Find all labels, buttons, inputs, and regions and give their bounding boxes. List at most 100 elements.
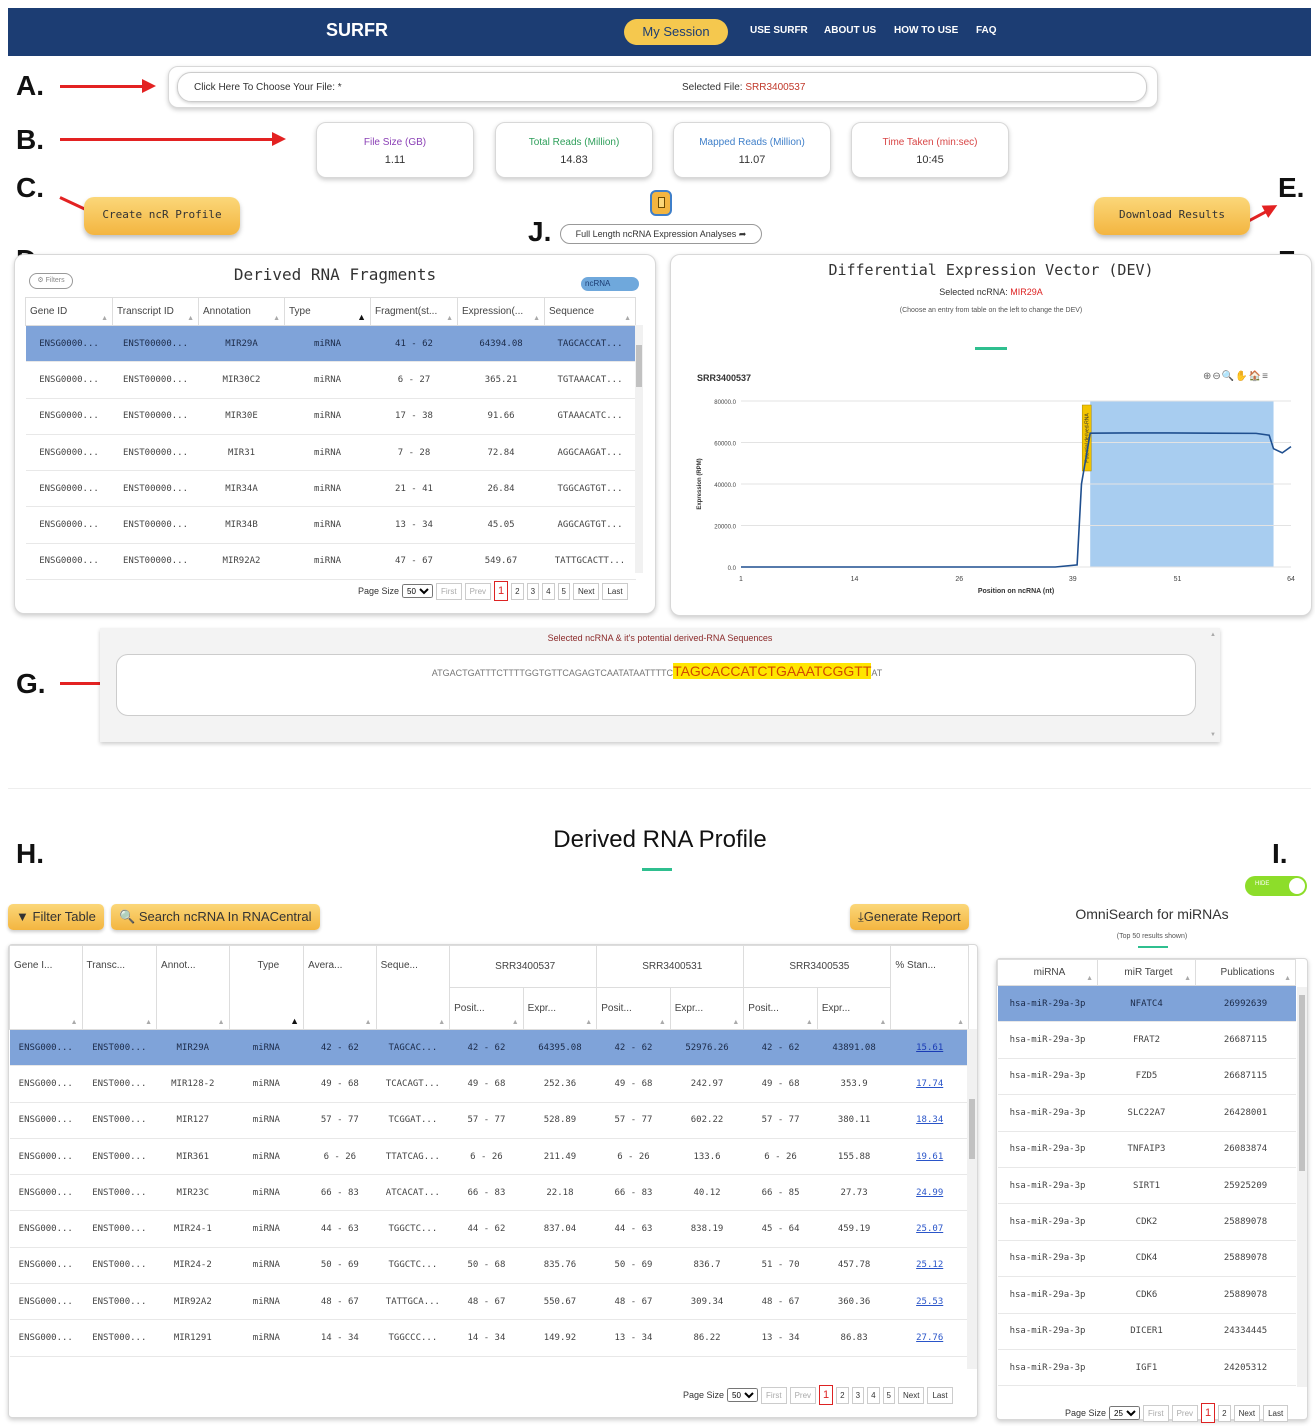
table-cell[interactable]: 25.12 xyxy=(890,1247,969,1285)
brand-logo[interactable]: SURFR xyxy=(326,20,388,41)
col-transcript-id[interactable]: Transc... xyxy=(81,945,158,1030)
last-page-button[interactable]: Last xyxy=(1263,1404,1289,1422)
col-average[interactable]: Avera... xyxy=(303,945,377,1030)
table-cell[interactable]: 17.74 xyxy=(890,1065,969,1103)
prev-page-button[interactable]: Prev xyxy=(464,582,492,600)
page-1-button[interactable]: 1 xyxy=(819,1385,834,1405)
page-size-select[interactable]: 25 xyxy=(1109,1406,1141,1420)
fragments-scrollbar[interactable] xyxy=(635,325,643,573)
next-page-button[interactable]: Next xyxy=(1233,1404,1261,1422)
col-fragment[interactable]: Fragment(st... xyxy=(370,297,458,326)
omnisearch-scrollbar[interactable] xyxy=(1297,987,1307,1387)
table-row[interactable]: hsa-miR-29a-3p SIRT1 25925209 xyxy=(997,1167,1296,1205)
table-row[interactable]: hsa-miR-29a-3p FZD5 26687115 xyxy=(997,1058,1296,1096)
col-expression[interactable]: Expression(... xyxy=(457,297,545,326)
table-row[interactable]: ENSG000... ENST000... MIR24-2 miRNA 50 - 69 T… xyxy=(9,1247,969,1285)
table-cell[interactable]: 15.61 xyxy=(890,1029,969,1067)
page-4-button[interactable]: 4 xyxy=(542,582,555,600)
table-row[interactable]: ENSG000... ENST000... MIR29A miRNA 42 - 62 TA… xyxy=(9,1029,969,1067)
page-size-select[interactable]: 50 xyxy=(727,1388,759,1402)
table-row[interactable]: ENSG0000... ENST00000... MIR30E miRNA 17 - 3… xyxy=(25,398,636,435)
file-choose-label[interactable]: Click Here To Choose Your File: * xyxy=(194,82,342,93)
profile-scrollbar[interactable] xyxy=(967,1029,977,1369)
last-page-button[interactable]: Last xyxy=(602,582,628,600)
page-2-button[interactable]: 2 xyxy=(836,1386,849,1404)
scroll-up-icon[interactable]: ▲ xyxy=(1210,632,1216,638)
col-std[interactable]: % Stan... xyxy=(890,945,969,1030)
page-2-button[interactable]: 2 xyxy=(1218,1404,1231,1422)
create-ncr-profile-button[interactable]: Create ncR Profile xyxy=(84,197,240,235)
col-type[interactable]: Type xyxy=(284,297,371,326)
table-row[interactable]: ENSG0000... ENST00000... MIR31 miRNA 7 - 28 7… xyxy=(25,434,636,472)
next-page-button[interactable]: Next xyxy=(897,1386,925,1404)
table-row[interactable]: hsa-miR-29a-3p FRAT2 26687115 xyxy=(997,1021,1296,1059)
first-page-button[interactable]: First xyxy=(436,582,462,600)
table-row[interactable]: ENSG000... ENST000... MIR24-1 miRNA 44 - 63 T… xyxy=(9,1210,969,1248)
first-page-button[interactable]: First xyxy=(761,1386,787,1404)
col-transcript-id[interactable]: Transcript ID xyxy=(112,297,199,326)
table-row[interactable]: ENSG000... ENST000... MIR128-2 miRNA 49 - 68… xyxy=(9,1065,969,1103)
page-5-button[interactable]: 5 xyxy=(557,582,570,600)
table-row[interactable]: ENSG000... ENST000... MIR361 miRNA 6 - 26 TTA… xyxy=(9,1138,969,1176)
col-gene-id[interactable]: Gene ID xyxy=(25,297,113,326)
table-row[interactable]: hsa-miR-29a-3p CDK6 25889078 xyxy=(997,1276,1296,1314)
col-mir-target[interactable]: miR Target xyxy=(1097,959,1196,986)
document-icon[interactable] xyxy=(650,190,672,216)
col-s1-position[interactable]: Posit... xyxy=(449,987,524,1030)
first-page-button[interactable]: First xyxy=(1143,1404,1169,1422)
table-row[interactable]: ENSG000... ENST000... MIR23C miRNA 66 - 83 AT… xyxy=(9,1174,969,1212)
table-row[interactable]: hsa-miR-29a-3p DICER1 24334445 xyxy=(997,1313,1296,1350)
omnisearch-hide-toggle[interactable]: HIDE xyxy=(1245,876,1307,896)
prev-page-button[interactable]: Prev xyxy=(1171,1404,1199,1422)
col-s3-position[interactable]: Posit... xyxy=(743,987,818,1030)
table-cell[interactable]: 24.99 xyxy=(890,1174,969,1212)
table-row[interactable]: ENSG000... ENST000... MIR1291 miRNA 14 - 34 T… xyxy=(9,1319,969,1357)
col-mirna[interactable]: miRNA xyxy=(997,959,1098,986)
page-3-button[interactable]: 3 xyxy=(526,582,540,600)
col-annotation[interactable]: Annot... xyxy=(156,945,230,1030)
col-s3-expression[interactable]: Expr... xyxy=(816,987,892,1030)
nav-how-to-use[interactable]: HOW TO USE xyxy=(894,25,958,36)
table-row[interactable]: hsa-miR-29a-3p TNFAIP3 26083874 xyxy=(997,1131,1296,1168)
table-row[interactable]: hsa-miR-29a-3p IGF1 24205312 xyxy=(997,1349,1296,1387)
col-s2-position[interactable]: Posit... xyxy=(596,987,671,1030)
page-1-button[interactable]: 1 xyxy=(494,581,509,601)
table-cell[interactable]: 19.61 xyxy=(890,1138,969,1176)
generate-report-button[interactable]: ⤓Generate Report xyxy=(850,904,969,930)
file-chooser[interactable]: Click Here To Choose Your File: * Select… xyxy=(177,72,1147,102)
table-row[interactable]: ENSG0000... ENST00000... MIR34B miRNA 13 - 3… xyxy=(25,506,636,544)
table-cell[interactable]: 18.34 xyxy=(890,1102,969,1139)
table-row[interactable]: ENSG0000... ENST00000... MIR34A miRNA 21 - 4… xyxy=(25,470,636,508)
table-row[interactable]: hsa-miR-29a-3p CDK2 25889078 xyxy=(997,1203,1296,1241)
col-s1-expression[interactable]: Expr... xyxy=(522,987,598,1030)
table-row[interactable]: hsa-miR-29a-3p SLC22A7 26428001 xyxy=(997,1094,1296,1132)
table-row[interactable]: ENSG0000... ENST00000... MIR29A miRNA 41 - 6… xyxy=(25,325,636,363)
table-row[interactable]: ENSG000... ENST000... MIR92A2 miRNA 48 - 67 T… xyxy=(9,1283,969,1321)
col-type[interactable]: Type xyxy=(228,945,305,1030)
col-sequence[interactable]: Seque... xyxy=(375,945,451,1030)
page-2-button[interactable]: 2 xyxy=(511,582,524,600)
page-size-select[interactable]: 50 xyxy=(402,584,434,598)
nav-about-us[interactable]: ABOUT US xyxy=(824,25,876,36)
my-session-button[interactable]: My Session xyxy=(624,19,728,45)
nav-use-surfr[interactable]: USE SURFR xyxy=(750,25,808,36)
page-5-button[interactable]: 5 xyxy=(882,1386,895,1404)
download-results-button[interactable]: Download Results xyxy=(1094,197,1250,235)
table-row[interactable]: hsa-miR-29a-3p CDK4 25889078 xyxy=(997,1240,1296,1278)
col-s2-expression[interactable]: Expr... xyxy=(669,987,745,1030)
table-row[interactable]: ENSG0000... ENST00000... MIR30C2 miRNA 6 - 2… xyxy=(25,361,636,399)
search-rnacentral-button[interactable]: 🔍 Search ncRNA In RNACentral xyxy=(111,904,320,930)
page-4-button[interactable]: 4 xyxy=(867,1386,880,1404)
page-3-button[interactable]: 3 xyxy=(851,1386,865,1404)
table-row[interactable]: ENSG000... ENST000... MIR127 miRNA 57 - 77 TC… xyxy=(9,1102,969,1139)
col-gene-id[interactable]: Gene I... xyxy=(9,945,83,1030)
last-page-button[interactable]: Last xyxy=(927,1386,953,1404)
page-1-button[interactable]: 1 xyxy=(1201,1403,1216,1423)
next-page-button[interactable]: Next xyxy=(572,582,600,600)
scroll-down-icon[interactable]: ▼ xyxy=(1210,732,1216,738)
col-annotation[interactable]: Annotation xyxy=(198,297,285,326)
chart-toolbar-icons[interactable]: ⊕⊖🔍✋🏠≡ xyxy=(1203,371,1269,382)
table-cell[interactable]: 25.07 xyxy=(890,1210,969,1248)
filter-table-button[interactable]: ▼ Filter Table xyxy=(8,904,104,930)
prev-page-button[interactable]: Prev xyxy=(789,1386,817,1404)
